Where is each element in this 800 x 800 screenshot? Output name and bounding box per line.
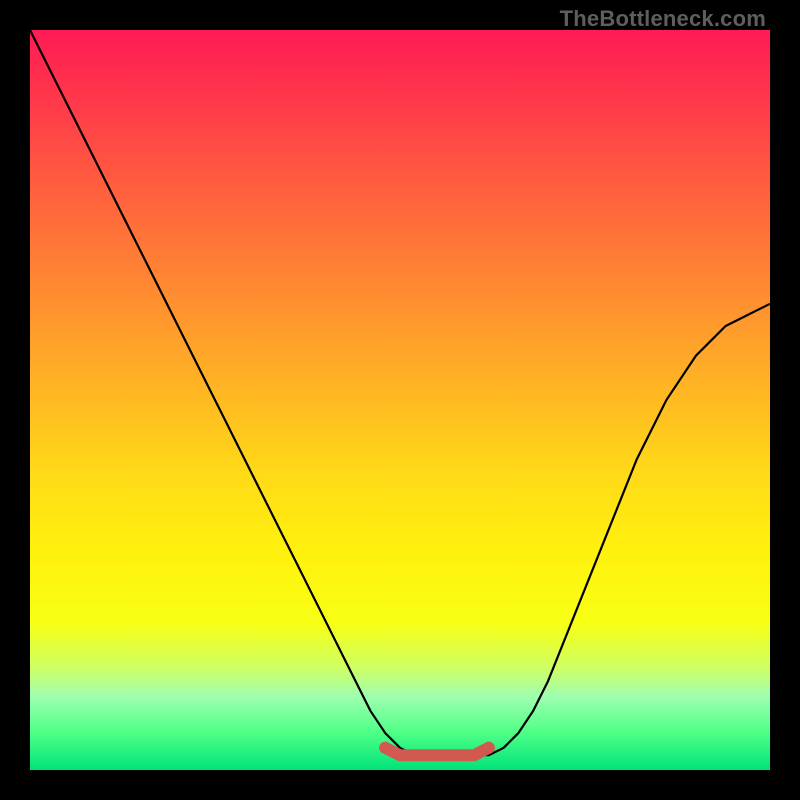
series-curve xyxy=(30,30,770,755)
plot-area xyxy=(30,30,770,770)
watermark-text: TheBottleneck.com xyxy=(560,6,766,32)
chart-svg xyxy=(30,30,770,770)
series-highlight xyxy=(385,748,489,755)
highlight-end-dot xyxy=(483,742,495,754)
chart-frame: TheBottleneck.com xyxy=(0,0,800,800)
highlight-start-dot xyxy=(379,742,391,754)
